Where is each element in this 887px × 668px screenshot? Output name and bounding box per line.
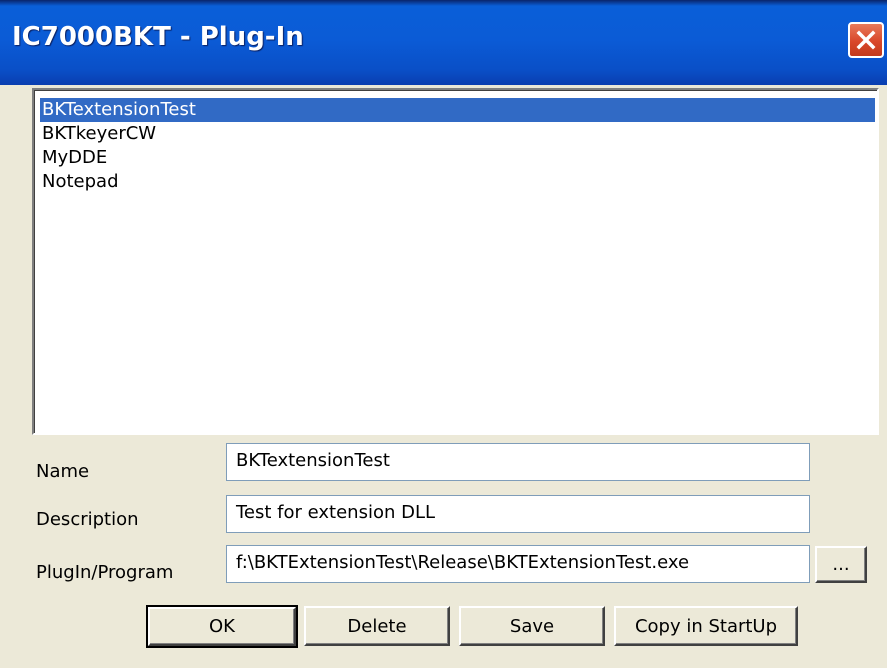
save-button[interactable]: Save — [459, 606, 605, 646]
description-label: Description — [36, 509, 139, 530]
title-bar[interactable]: IC7000BKT - Plug-In — [0, 0, 887, 85]
list-item[interactable]: BKTkeyerCW — [40, 122, 875, 146]
close-button[interactable] — [848, 22, 884, 58]
close-icon — [856, 30, 876, 50]
browse-button[interactable]: ... — [815, 546, 867, 583]
program-label: PlugIn/Program — [36, 562, 174, 583]
description-field[interactable]: Test for extension DLL — [226, 495, 810, 533]
ok-button[interactable]: OK — [146, 605, 298, 648]
list-item[interactable]: Notepad — [40, 170, 875, 194]
name-label: Name — [36, 461, 90, 482]
program-path-field[interactable]: f:\BKTExtensionTest\Release\BKTExtension… — [226, 545, 810, 583]
window-title: IC7000BKT - Plug-In — [12, 22, 304, 52]
plugin-listbox[interactable]: BKTextensionTest BKTkeyerCW MyDDE Notepa… — [32, 88, 879, 435]
delete-button[interactable]: Delete — [304, 606, 450, 646]
list-item[interactable]: MyDDE — [40, 146, 875, 170]
copy-in-startup-button[interactable]: Copy in StartUp — [614, 606, 798, 646]
plugin-dialog: IC7000BKT - Plug-In BKTextensionTest BKT… — [0, 0, 887, 668]
name-field[interactable]: BKTextensionTest — [226, 443, 810, 481]
list-item[interactable]: BKTextensionTest — [40, 98, 875, 122]
